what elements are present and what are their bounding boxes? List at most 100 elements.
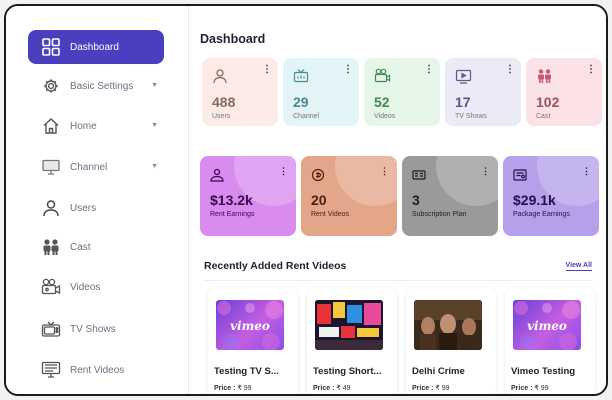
earning-value: 20 — [311, 192, 327, 208]
more-options-icon[interactable]: ⋮ — [279, 166, 288, 177]
more-options-icon[interactable]: ⋮ — [380, 166, 389, 177]
video-card[interactable]: Delhi Crime Price : ₹ 99 — [406, 288, 496, 394]
sidebar-item-rent-videos[interactable]: Rent Videos — [28, 353, 164, 387]
plan-icon — [412, 168, 426, 182]
video-thumbnail: vimeo — [513, 300, 581, 350]
stat-value: 17 — [455, 94, 471, 110]
video-card[interactable]: vimeo Testing TV S... Price : ₹ 99 — [208, 288, 298, 394]
stat-card-videos: ⋮ 52 Videos — [364, 58, 440, 126]
chevron-down-icon[interactable]: ▼ — [151, 163, 158, 170]
antenna-tv-icon — [293, 68, 309, 84]
rent-monitor-icon — [40, 359, 62, 381]
sidebar: Dashboard Basic Settings ▼ Home ▼ Channe… — [6, 6, 189, 394]
earning-value: $13.2k — [210, 192, 253, 208]
more-options-icon[interactable]: ⋮ — [343, 65, 353, 75]
home-icon — [40, 115, 62, 137]
more-options-icon[interactable]: ⋮ — [481, 166, 490, 177]
user-icon — [212, 68, 228, 84]
video-title: Testing TV S... — [214, 366, 279, 377]
chevron-down-icon[interactable]: ▼ — [151, 122, 158, 129]
earning-card-package-earnings: ⋮ $29.1k Package Earnings — [503, 156, 599, 236]
sidebar-item-label: Channel — [70, 161, 108, 173]
stat-value: 488 — [212, 94, 236, 110]
video-price: Price : ₹ 99 — [511, 385, 549, 392]
video-thumbnail: vimeo — [216, 300, 284, 350]
stat-label: Users — [212, 113, 231, 120]
monitor-icon — [40, 156, 62, 178]
earning-label: Rent Earnings — [210, 211, 255, 218]
sidebar-item-cast[interactable]: Cast — [28, 230, 164, 264]
sidebar-item-label: Dashboard — [70, 41, 119, 53]
earning-card-rent-videos: ⋮ 20 Rent Videos — [301, 156, 397, 236]
stat-label: Videos — [374, 113, 396, 120]
sidebar-item-label: Home — [70, 120, 97, 132]
video-price: Price : ₹ 99 — [214, 385, 252, 392]
main-content: Dashboard ⋮ 488 Users ⋮ 29 Channel ⋮ 52 … — [190, 6, 606, 394]
video-camera-icon — [40, 276, 62, 298]
earning-label: Rent Videos — [311, 211, 350, 218]
user-icon — [40, 197, 62, 219]
more-options-icon[interactable]: ⋮ — [582, 166, 591, 177]
dashboard-grid-icon — [40, 36, 62, 58]
video-thumbnail — [315, 300, 383, 350]
sidebar-item-basic-settings[interactable]: Basic Settings ▼ — [28, 69, 164, 103]
more-options-icon[interactable]: ⋮ — [586, 65, 596, 75]
earning-label: Subscription Plan — [412, 211, 467, 218]
video-thumbnail — [414, 300, 482, 350]
stat-value: 29 — [293, 94, 309, 110]
earning-value: $29.1k — [513, 192, 556, 208]
stat-label: Channel — [293, 113, 320, 120]
sidebar-item-label: Users — [70, 202, 97, 214]
earning-card-rent-earnings: ⋮ $13.2k Rent Earnings — [200, 156, 296, 236]
page-title: Dashboard — [200, 32, 266, 46]
section-title: Recently Added Rent Videos — [204, 260, 347, 272]
video-card[interactable]: Testing Short... Price : ₹ 49 — [307, 288, 397, 394]
sidebar-item-tv-shows[interactable]: TV Shows — [28, 312, 164, 346]
package-icon — [513, 168, 527, 182]
stat-card-channel: ⋮ 29 Channel — [283, 58, 359, 126]
wallet-icon — [210, 168, 224, 182]
decorative-circle — [335, 156, 397, 206]
sidebar-item-label: Cast — [70, 241, 91, 253]
video-card[interactable]: vimeo Vimeo Testing Price : ₹ 99 — [505, 288, 595, 394]
video-camera-icon — [374, 68, 391, 84]
video-title: Vimeo Testing — [511, 366, 576, 377]
video-title: Delhi Crime — [412, 366, 465, 377]
more-options-icon[interactable]: ⋮ — [424, 65, 434, 75]
stat-card-users: ⋮ 488 Users — [202, 58, 278, 126]
gear-icon — [40, 75, 62, 97]
sidebar-item-label: TV Shows — [70, 323, 116, 335]
sidebar-item-label: Basic Settings — [70, 80, 134, 92]
sidebar-item-label: Rent Videos — [70, 364, 125, 376]
app-window: Dashboard Basic Settings ▼ Home ▼ Channe… — [4, 4, 608, 396]
sidebar-item-home[interactable]: Home ▼ — [28, 109, 164, 143]
more-options-icon[interactable]: ⋮ — [505, 65, 515, 75]
tv-icon — [40, 318, 62, 340]
sidebar-item-videos[interactable]: Videos — [28, 270, 164, 304]
cast-people-icon — [40, 236, 62, 258]
sidebar-item-users[interactable]: Users — [28, 191, 164, 225]
svg-text:vimeo: vimeo — [230, 319, 270, 333]
stat-label: Cast — [536, 113, 551, 120]
tv-icon — [455, 68, 472, 84]
cast-people-icon — [536, 68, 552, 84]
sidebar-item-label: Videos — [70, 281, 101, 293]
stat-card-cast: ⋮ 102 Cast — [526, 58, 602, 126]
stat-value: 102 — [536, 94, 560, 110]
divider — [204, 280, 592, 281]
earning-card-subscription-plan: ⋮ 3 Subscription Plan — [402, 156, 498, 236]
video-price: Price : ₹ 99 — [412, 385, 450, 392]
earning-value: 3 — [412, 192, 420, 208]
sidebar-item-dashboard[interactable]: Dashboard — [28, 30, 164, 64]
video-price: Price : ₹ 49 — [313, 385, 351, 392]
sidebar-item-channel[interactable]: Channel ▼ — [28, 150, 164, 184]
video-title: Testing Short... — [313, 366, 382, 377]
more-options-icon[interactable]: ⋮ — [262, 65, 272, 75]
chevron-down-icon[interactable]: ▼ — [151, 82, 158, 89]
earning-label: Package Earnings — [513, 211, 570, 218]
stat-card-tv-shows: ⋮ 17 TV Shows — [445, 58, 521, 126]
svg-text:vimeo: vimeo — [527, 319, 567, 333]
stat-value: 52 — [374, 94, 390, 110]
view-all-link[interactable]: View All — [565, 262, 592, 271]
decorative-circle — [436, 156, 498, 206]
